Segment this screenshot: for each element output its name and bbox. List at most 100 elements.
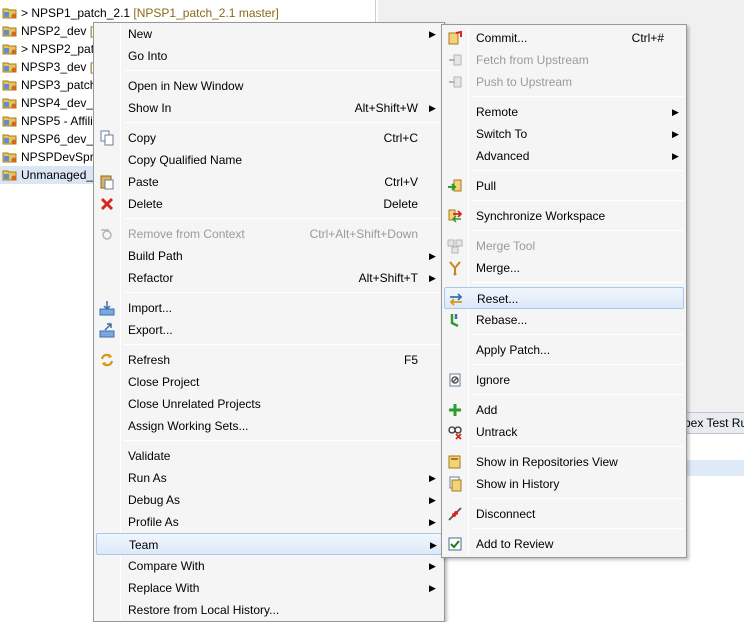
menu-item-label: Import... — [128, 301, 173, 315]
submenu-arrow-icon: ▶ — [429, 495, 436, 505]
tab-apex-test-runner[interactable]: pex Test Ru — [684, 416, 744, 430]
menu-item-label: Close Project — [128, 375, 200, 389]
submenu-arrow-icon: ▶ — [672, 129, 679, 139]
menu-item-open-in-new-window[interactable]: Open in New Window — [96, 75, 442, 97]
menu-item-delete[interactable]: Delete Delete — [96, 193, 442, 215]
menu-item-apply-patch[interactable]: Apply Patch... — [444, 339, 684, 361]
menu-item-label: Delete — [128, 197, 163, 211]
menu-item-add-to-review[interactable]: Add to Review — [444, 533, 684, 555]
menu-item-export[interactable]: Export... — [96, 319, 442, 341]
menu-item-remote[interactable]: Remote ▶ — [444, 101, 684, 123]
disconnect-icon — [447, 506, 463, 522]
submenu-arrow-icon: ▶ — [672, 107, 679, 117]
menu-item-refresh[interactable]: Refresh F5 — [96, 349, 442, 371]
menu-item-label: Synchronize Workspace — [476, 209, 606, 223]
menu-separator — [472, 364, 684, 365]
tree-item-label: NPSP6_dev_1. — [21, 132, 104, 146]
project-folder-icon — [2, 168, 18, 182]
menu-item-label: Compare With — [128, 559, 205, 573]
refresh-icon — [99, 352, 115, 368]
menu-item-show-in-history[interactable]: Show in History — [444, 473, 684, 495]
menu-item-label: Restore from Local History... — [128, 603, 280, 617]
paste-icon — [99, 174, 115, 190]
menu-item-untrack[interactable]: Untrack — [444, 421, 684, 443]
menu-item-import[interactable]: Import... — [96, 297, 442, 319]
menu-item-advanced[interactable]: Advanced ▶ — [444, 145, 684, 167]
tree-item[interactable]: > NPSP1_patch_2.1 [NPSP1_patch_2.1 maste… — [0, 4, 376, 22]
menu-item-switch-to[interactable]: Switch To ▶ — [444, 123, 684, 145]
project-folder-icon — [2, 78, 18, 92]
tree-item-decoration: [NPSP1_patch_2.1 master] — [130, 6, 279, 20]
untrack-icon — [447, 424, 463, 440]
menu-item-pull[interactable]: Pull — [444, 175, 684, 197]
menu-item-label: Merge Tool — [476, 239, 536, 253]
menu-item-new[interactable]: New ▶ — [96, 23, 442, 45]
menu-item-merge-tool[interactable]: Merge Tool — [444, 235, 684, 257]
submenu-arrow-icon: ▶ — [430, 540, 437, 550]
menu-item-refactor[interactable]: Refactor Alt+Shift+T ▶ — [96, 267, 442, 289]
repositories-icon — [447, 454, 463, 470]
export-icon — [99, 322, 115, 338]
menu-item-push-to-upstream[interactable]: Push to Upstream — [444, 71, 684, 93]
commit-icon — [447, 30, 463, 46]
menu-item-assign-working-sets[interactable]: Assign Working Sets... — [96, 415, 442, 437]
menu-item-label: Reset... — [477, 292, 519, 306]
menu-item-merge[interactable]: Merge... — [444, 257, 684, 279]
menu-item-label: Refactor — [128, 271, 174, 285]
add-icon — [447, 402, 463, 418]
history-icon — [447, 476, 463, 492]
menu-item-rebase[interactable]: Rebase... — [444, 309, 684, 331]
menu-separator — [472, 200, 684, 201]
menu-item-commit[interactable]: Commit... Ctrl+# — [444, 27, 684, 49]
menu-item-reset[interactable]: Reset... — [444, 287, 684, 309]
menu-item-shortcut: F5 — [403, 353, 418, 367]
menu-item-label: Paste — [128, 175, 159, 189]
submenu-arrow-icon: ▶ — [672, 151, 679, 161]
menu-item-close-unrelated-projects[interactable]: Close Unrelated Projects — [96, 393, 442, 415]
project-folder-icon — [2, 24, 18, 38]
menu-item-label: Advanced — [476, 149, 530, 163]
menu-item-restore-from-local-history[interactable]: Restore from Local History... — [96, 599, 442, 621]
submenu-arrow-icon: ▶ — [429, 517, 436, 527]
menu-item-paste[interactable]: Paste Ctrl+V — [96, 171, 442, 193]
menu-separator — [124, 70, 442, 71]
menu-item-profile-as[interactable]: Profile As ▶ — [96, 511, 442, 533]
menu-item-validate[interactable]: Validate — [96, 445, 442, 467]
reset-icon — [448, 291, 464, 307]
menu-item-run-as[interactable]: Run As ▶ — [96, 467, 442, 489]
menu-item-copy-qualified-name[interactable]: Copy Qualified Name — [96, 149, 442, 171]
menu-item-ignore[interactable]: Ignore — [444, 369, 684, 391]
menu-item-replace-with[interactable]: Replace With ▶ — [96, 577, 442, 599]
menu-item-label: Copy Qualified Name — [128, 153, 243, 167]
menu-item-label: Pull — [476, 179, 497, 193]
menu-item-add[interactable]: Add — [444, 399, 684, 421]
menu-item-show-in-repositories-view[interactable]: Show in Repositories View — [444, 451, 684, 473]
menu-separator — [472, 230, 684, 231]
submenu-arrow-icon: ▶ — [429, 103, 436, 113]
menu-item-go-into[interactable]: Go Into — [96, 45, 442, 67]
menu-item-synchronize-workspace[interactable]: Synchronize Workspace — [444, 205, 684, 227]
menu-item-debug-as[interactable]: Debug As ▶ — [96, 489, 442, 511]
submenu-arrow-icon: ▶ — [429, 561, 436, 571]
menu-item-remove-from-context[interactable]: Remove from Context Ctrl+Alt+Shift+Down — [96, 223, 442, 245]
menu-item-disconnect[interactable]: Disconnect — [444, 503, 684, 525]
menu-item-show-in[interactable]: Show In Alt+Shift+W ▶ — [96, 97, 442, 119]
menu-item-label: Refresh — [128, 353, 171, 367]
pull-icon — [447, 178, 463, 194]
menu-item-label: Build Path — [128, 249, 183, 263]
menu-item-fetch-from-upstream[interactable]: Fetch from Upstream — [444, 49, 684, 71]
menu-item-compare-with[interactable]: Compare With ▶ — [96, 555, 442, 577]
project-folder-icon — [2, 150, 18, 164]
submenu-arrow-icon: ▶ — [429, 273, 436, 283]
tree-item-label: NPSP4_dev_1. — [21, 96, 104, 110]
menu-separator — [472, 334, 684, 335]
menu-item-copy[interactable]: Copy Ctrl+C — [96, 127, 442, 149]
menu-item-build-path[interactable]: Build Path ▶ — [96, 245, 442, 267]
menu-item-team[interactable]: Team ▶ — [96, 533, 442, 555]
menu-item-label: Fetch from Upstream — [476, 53, 589, 67]
menu-item-close-project[interactable]: Close Project — [96, 371, 442, 393]
team-submenu: Commit... Ctrl+# Fetch from Upstream Push t… — [441, 24, 687, 558]
menu-item-label: Open in New Window — [128, 79, 244, 93]
menu-item-label: Switch To — [476, 127, 528, 141]
menu-item-label: Export... — [128, 323, 173, 337]
